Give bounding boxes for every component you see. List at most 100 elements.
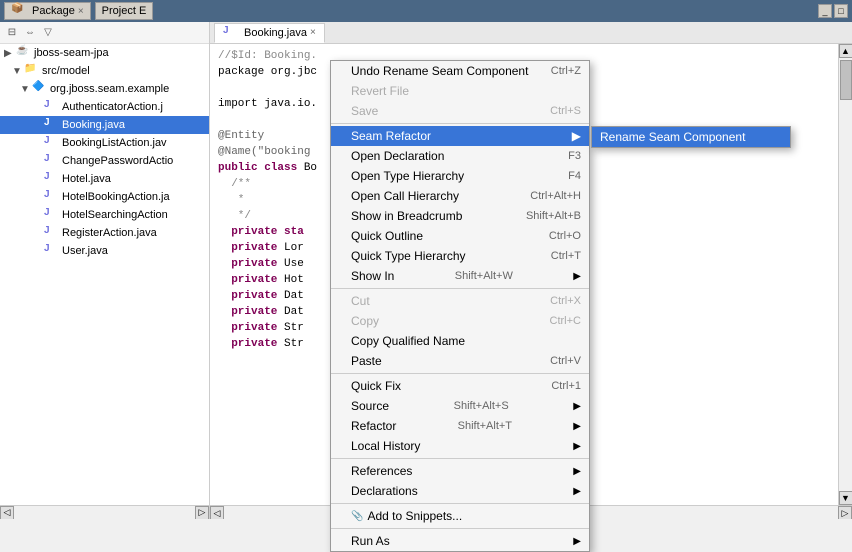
- package-tab-close[interactable]: ×: [78, 6, 84, 17]
- tree-arrow: ▼: [20, 84, 32, 95]
- tree-item-hotel[interactable]: J Hotel.java: [0, 170, 209, 188]
- view-menu-button[interactable]: ▽: [40, 25, 56, 41]
- project-tab[interactable]: Project E: [95, 2, 154, 20]
- maximize-button[interactable]: □: [834, 4, 848, 18]
- separator: [331, 288, 589, 289]
- tree-arrow: [32, 138, 44, 149]
- tree-item-hotelbooking[interactable]: J HotelBookingAction.ja: [0, 188, 209, 206]
- menu-item-open-call-hierarchy[interactable]: Open Call Hierarchy Ctrl+Alt+H: [331, 186, 589, 206]
- vscroll-down-button[interactable]: ▼: [839, 491, 852, 505]
- tree-label: RegisterAction.java: [62, 227, 157, 239]
- editor-tab-booking[interactable]: J Booking.java ×: [214, 23, 325, 43]
- menu-item-quick-outline[interactable]: Quick Outline Ctrl+O: [331, 226, 589, 246]
- menu-item-seam-refactor[interactable]: Seam Refactor ▶ Rename Seam Component: [331, 126, 589, 146]
- menu-item-label: Undo Rename Seam Component: [351, 64, 528, 78]
- package-icon: ☕: [16, 45, 32, 61]
- menu-item-label: Add to Snippets...: [367, 509, 462, 523]
- tree-label: src/model: [42, 65, 90, 77]
- menu-item-revert-file: Revert File: [331, 81, 589, 101]
- menu-item-shortcut: Ctrl+C: [550, 315, 581, 327]
- tree-item-register[interactable]: J RegisterAction.java: [0, 224, 209, 242]
- tree-item-booking[interactable]: J Booking.java: [0, 116, 209, 134]
- tree-label: org.jboss.seam.example: [50, 83, 169, 95]
- left-panel: ⊟ ⇔ ▽ ▶ ☕ jboss-seam-jpa ▼ 📁 src/model: [0, 22, 210, 519]
- menu-item-run-as[interactable]: Run As ▶: [331, 531, 589, 551]
- tree-arrow: [32, 210, 44, 221]
- menu-item-label: Open Declaration: [351, 149, 444, 163]
- hscroll-editor-right-button[interactable]: ▷: [838, 506, 852, 519]
- package-icon: 📦: [11, 3, 27, 19]
- java-icon: J: [44, 207, 60, 223]
- java-icon-selected: J: [44, 117, 60, 133]
- hscroll-right-button[interactable]: ▷: [195, 506, 209, 520]
- submenu-arrow-icon: ▶: [573, 421, 581, 432]
- tree-arrow: [32, 246, 44, 257]
- link-with-editor-button[interactable]: ⇔: [22, 25, 38, 41]
- menu-item-add-snippets[interactable]: 📎 Add to Snippets...: [331, 506, 589, 526]
- tree-arrow: [32, 192, 44, 203]
- tree-item-org[interactable]: ▼ 🔷 org.jboss.seam.example: [0, 80, 209, 98]
- menu-item-declarations[interactable]: Declarations ▶: [331, 481, 589, 501]
- submenu-arrow-icon: ▶: [573, 536, 581, 547]
- menu-item-references[interactable]: References ▶: [331, 461, 589, 481]
- menu-item-shortcut: Ctrl+O: [549, 230, 581, 242]
- menu-item-local-history[interactable]: Local History ▶: [331, 436, 589, 456]
- file-tree: ▶ ☕ jboss-seam-jpa ▼ 📁 src/model ▼ 🔷 org…: [0, 44, 209, 505]
- tree-item-hotelsearch[interactable]: J HotelSearchingAction: [0, 206, 209, 224]
- menu-item-label: Declarations: [351, 484, 418, 498]
- menu-item-shortcut: Ctrl+Alt+H: [530, 190, 581, 202]
- vscroll-up-button[interactable]: ▲: [839, 44, 852, 58]
- menu-item-open-declaration[interactable]: Open Declaration F3: [331, 146, 589, 166]
- menu-item-shortcut: F4: [568, 170, 581, 182]
- menu-item-show-in[interactable]: Show In Shift+Alt+W ▶: [331, 266, 589, 286]
- menu-item-show-breadcrumb[interactable]: Show in Breadcrumb Shift+Alt+B: [331, 206, 589, 226]
- tree-item-bookinglist[interactable]: J BookingListAction.jav: [0, 134, 209, 152]
- tree-label: ChangePasswordActio: [62, 155, 173, 167]
- snippets-icon: 📎: [351, 511, 363, 522]
- menu-item-quick-type-hierarchy[interactable]: Quick Type Hierarchy Ctrl+T: [331, 246, 589, 266]
- vscrollbar-right: ▲ ▼: [838, 44, 852, 505]
- menu-item-shortcut: Ctrl+V: [550, 355, 581, 367]
- menu-item-quick-fix[interactable]: Quick Fix Ctrl+1: [331, 376, 589, 396]
- tree-item-changepass[interactable]: J ChangePasswordActio: [0, 152, 209, 170]
- menu-item-label: Quick Outline: [351, 229, 423, 243]
- menu-item-shortcut: Ctrl+Z: [551, 65, 581, 77]
- tree-label: BookingListAction.jav: [62, 137, 167, 149]
- vscroll-thumb[interactable]: [840, 60, 852, 100]
- menu-item-copy-qualified[interactable]: Copy Qualified Name: [331, 331, 589, 351]
- menu-item-shortcut: Ctrl+T: [551, 250, 581, 262]
- menu-item-label: Source: [351, 399, 389, 413]
- menu-item-shortcut: Shift+Alt+S: [454, 400, 509, 412]
- menu-item-label: Copy: [351, 314, 379, 328]
- menu-item-paste[interactable]: Paste Ctrl+V: [331, 351, 589, 371]
- hscroll-editor-left-button[interactable]: ◁: [210, 506, 224, 519]
- separator: [331, 373, 589, 374]
- menu-item-label: Refactor: [351, 419, 396, 433]
- separator: [331, 503, 589, 504]
- tree-arrow: ▼: [12, 66, 24, 77]
- menu-item-cut: Cut Ctrl+X: [331, 291, 589, 311]
- editor-tab-close[interactable]: ×: [310, 27, 316, 38]
- menu-item-shortcut: Shift+Alt+T: [458, 420, 512, 432]
- tree-label: Hotel.java: [62, 173, 111, 185]
- minimize-button[interactable]: _: [818, 4, 832, 18]
- collapse-all-button[interactable]: ⊟: [4, 25, 20, 41]
- hscroll-left-button[interactable]: ◁: [0, 506, 14, 520]
- menu-item-refactor[interactable]: Refactor Shift+Alt+T ▶: [331, 416, 589, 436]
- tree-item-auth[interactable]: J AuthenticatorAction.j: [0, 98, 209, 116]
- tree-arrow: [32, 174, 44, 185]
- menu-item-label: Quick Type Hierarchy: [351, 249, 466, 263]
- menu-item-source[interactable]: Source Shift+Alt+S ▶: [331, 396, 589, 416]
- tree-arrow: [32, 156, 44, 167]
- hscrollbar-left: ◁ ▷: [0, 505, 209, 519]
- tree-arrow: ▶: [4, 48, 16, 59]
- package-tab[interactable]: 📦 Package ×: [4, 2, 91, 20]
- menu-item-label: Show In: [351, 269, 394, 283]
- tree-item-jboss[interactable]: ▶ ☕ jboss-seam-jpa: [0, 44, 209, 62]
- java-icon: J: [44, 243, 60, 259]
- menu-item-undo-rename[interactable]: Undo Rename Seam Component Ctrl+Z: [331, 61, 589, 81]
- tree-item-user[interactable]: J User.java: [0, 242, 209, 260]
- submenu-item-rename[interactable]: Rename Seam Component: [592, 127, 790, 147]
- tree-item-src[interactable]: ▼ 📁 src/model: [0, 62, 209, 80]
- menu-item-open-type-hierarchy[interactable]: Open Type Hierarchy F4: [331, 166, 589, 186]
